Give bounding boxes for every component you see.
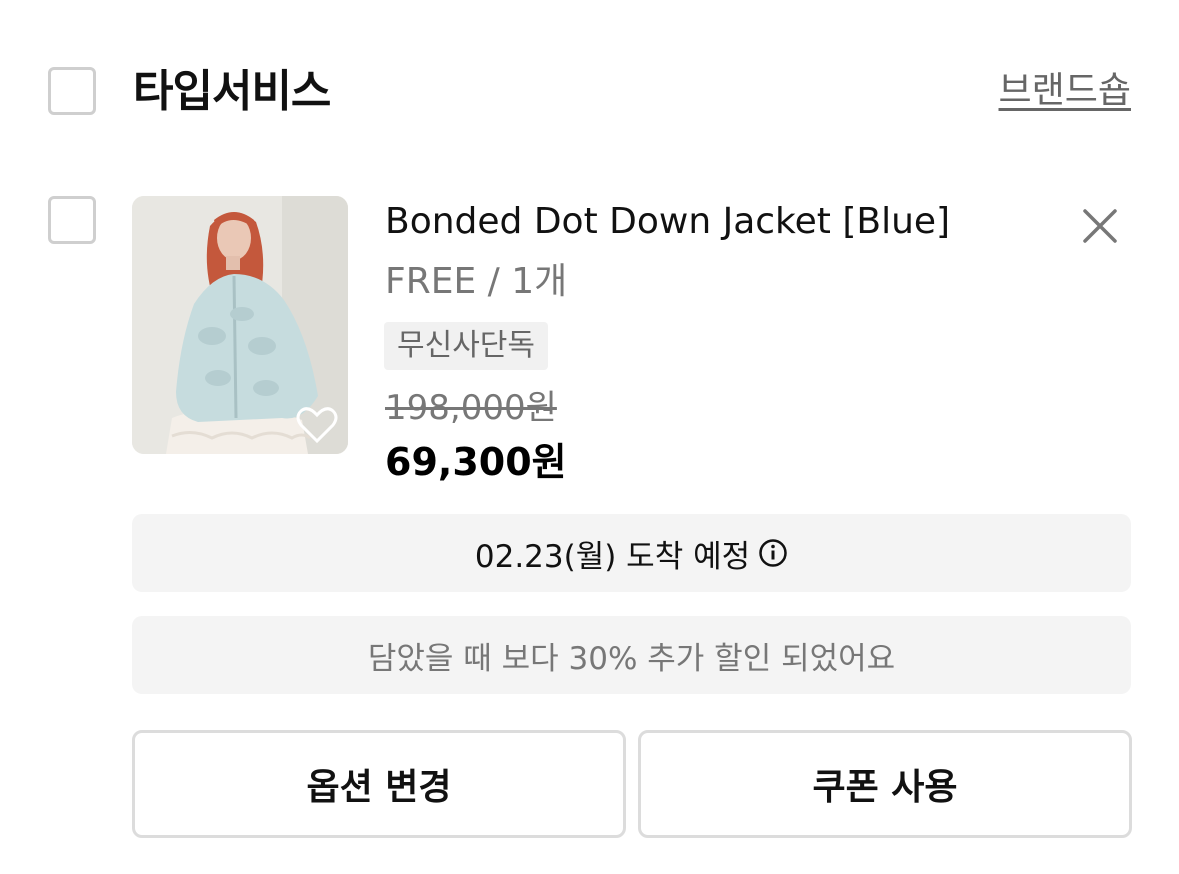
product-option: FREE / 1개	[385, 261, 568, 302]
brand-select-checkbox[interactable]	[48, 67, 96, 115]
delivery-estimate-text: 02.23(월) 도착 예정	[474, 538, 751, 575]
use-coupon-button[interactable]: 쿠폰 사용	[638, 730, 1132, 838]
delivery-estimate-panel: 02.23(월) 도착 예정	[132, 514, 1131, 592]
sale-price: 69,300원	[385, 440, 567, 484]
product-name[interactable]: Bonded Dot Down Jacket [Blue]	[385, 196, 950, 248]
item-select-checkbox[interactable]	[48, 196, 96, 244]
brand-shop-link[interactable]: 브랜드숍	[999, 66, 1131, 116]
product-thumbnail[interactable]	[132, 196, 348, 454]
original-price: 198,000원	[385, 388, 557, 428]
change-option-button[interactable]: 옵션 변경	[132, 730, 626, 838]
close-icon[interactable]	[1080, 206, 1120, 246]
heart-icon[interactable]	[296, 406, 338, 444]
info-icon[interactable]	[758, 538, 788, 568]
cart-item-card: 타입서비스 브랜드숍 Bonded Dot Down Jacket [Blue]…	[0, 0, 1179, 874]
brand-name: 타입서비스	[133, 66, 331, 117]
discount-notice-panel: 담았을 때 보다 30% 추가 할인 되었어요	[132, 616, 1131, 694]
exclusive-badge: 무신사단독	[384, 322, 548, 370]
discount-notice-text: 담았을 때 보다 30% 추가 할인 되었어요	[367, 640, 896, 677]
